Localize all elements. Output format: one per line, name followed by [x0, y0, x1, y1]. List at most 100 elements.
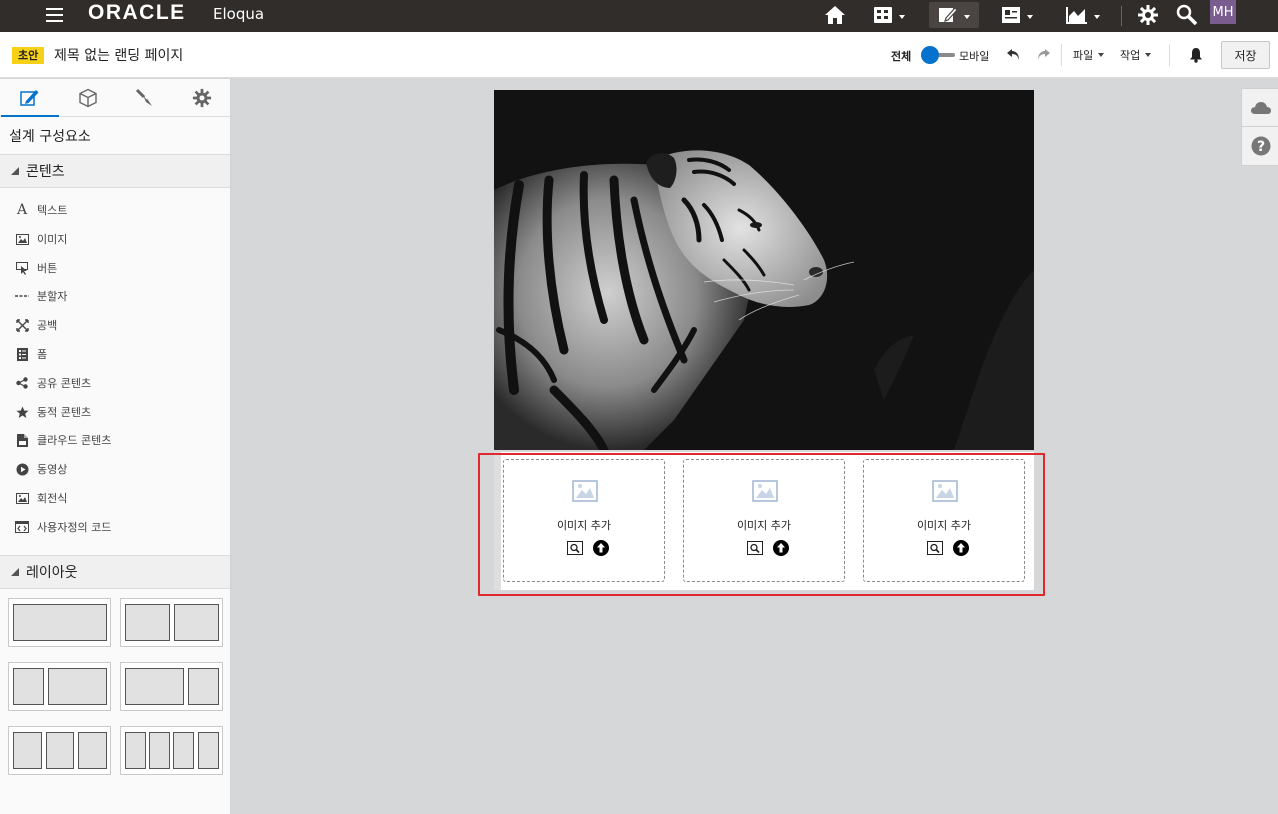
component-button[interactable]: 버튼	[15, 259, 57, 277]
layout-section-label: 레이아웃	[26, 565, 78, 581]
notifications-button[interactable]	[1187, 46, 1205, 64]
component-label: 동영상	[37, 463, 68, 476]
panel-tabs	[0, 79, 230, 117]
layout-1-3-split[interactable]	[8, 662, 111, 711]
text-icon: A	[16, 202, 28, 218]
selected-row-outline	[478, 453, 1045, 596]
component-form[interactable]: 폼	[15, 345, 47, 363]
star-icon	[15, 405, 29, 419]
chevron-down-icon	[964, 15, 970, 19]
form-icon	[15, 347, 29, 361]
divider	[1121, 6, 1122, 26]
component-video[interactable]: 동영상	[15, 460, 67, 478]
home-button[interactable]	[822, 2, 848, 28]
component-label: 버튼	[37, 262, 58, 275]
contacts-icon	[1002, 7, 1020, 23]
layout-section-header[interactable]: 레이아웃	[0, 555, 230, 589]
toggle-label-all[interactable]: 전체	[891, 48, 911, 64]
code-icon	[15, 520, 29, 534]
layout-3-column[interactable]	[8, 726, 111, 775]
toggle-label-mobile[interactable]: 모바일	[959, 48, 989, 64]
view-toggle[interactable]	[921, 46, 955, 64]
component-cloud-content[interactable]: 클라우드 콘텐츠	[15, 431, 111, 449]
tab-design[interactable]	[1, 79, 59, 117]
file-menu-label: 파일	[1073, 49, 1094, 62]
help-button[interactable]: ?	[1242, 127, 1278, 165]
action-menu-label: 작업	[1120, 49, 1141, 62]
component-label: 텍스트	[37, 204, 68, 217]
tab-style[interactable]	[116, 79, 174, 117]
chevron-down-icon	[1094, 15, 1100, 19]
chevron-down-icon	[1027, 15, 1033, 19]
svg-text:?: ?	[1256, 139, 1264, 155]
divider-icon	[15, 289, 29, 303]
layout-4-column[interactable]	[120, 726, 223, 775]
component-label: 공유 콘텐츠	[37, 377, 92, 390]
global-header: ORACLE Eloqua MH	[0, 0, 1278, 32]
share-icon	[15, 376, 29, 390]
design-components-panel: 설계 구성요소 콘텐츠 A 텍스트 이미지 버튼 분할자 공백 폼 공유 콘텐츠…	[0, 79, 231, 814]
page-title[interactable]: 제목 없는 랜딩 페이지	[54, 45, 183, 65]
home-icon	[825, 6, 845, 24]
tiger-photo	[494, 90, 1034, 450]
chart-icon	[1066, 7, 1087, 24]
content-section-header[interactable]: 콘텐츠	[0, 154, 230, 188]
insight-menu-button[interactable]	[1062, 2, 1104, 28]
component-divider[interactable]: 분할자	[15, 287, 67, 305]
component-carousel[interactable]: 회전식	[15, 489, 67, 507]
gear-icon	[192, 88, 212, 108]
design-menu-button[interactable]	[929, 2, 979, 28]
content-section-label: 콘텐츠	[26, 164, 65, 180]
product-name: Eloqua	[213, 5, 265, 23]
component-label: 분할자	[37, 290, 68, 303]
layout-3-1-split[interactable]	[120, 662, 223, 711]
cloud-content-icon	[15, 433, 29, 447]
component-image[interactable]: 이미지	[15, 230, 67, 248]
tab-blocks[interactable]	[59, 79, 117, 117]
oracle-logo: ORACLE	[88, 1, 186, 24]
collapse-triangle-icon	[11, 568, 19, 576]
component-custom-code[interactable]: 사용자정의 코드	[15, 518, 111, 536]
button-icon	[15, 261, 29, 275]
cloud-button[interactable]	[1242, 89, 1278, 127]
apps-menu-button[interactable]	[868, 2, 910, 28]
spacer-icon	[15, 318, 29, 332]
apps-icon	[874, 7, 892, 23]
editor-toolbar: 초안 제목 없는 랜딩 페이지 전체 모바일 파일 작업 저장	[0, 32, 1278, 78]
hero-image[interactable]	[494, 90, 1034, 450]
brush-icon	[135, 88, 152, 106]
component-shared-content[interactable]: 공유 콘텐츠	[15, 374, 91, 392]
divider	[1169, 44, 1170, 66]
video-icon	[15, 462, 29, 476]
redo-button[interactable]	[1034, 46, 1052, 64]
action-menu-button[interactable]: 작업	[1120, 47, 1152, 63]
component-label: 이미지	[37, 233, 68, 246]
layout-2-column[interactable]	[120, 598, 223, 647]
undo-icon	[1007, 49, 1019, 60]
component-label: 공백	[37, 319, 58, 332]
avatar[interactable]: MH	[1210, 0, 1236, 24]
search-button[interactable]	[1175, 2, 1199, 28]
contacts-menu-button[interactable]	[996, 2, 1038, 28]
right-rail: ?	[1241, 88, 1278, 166]
save-button[interactable]: 저장	[1221, 41, 1270, 69]
hamburger-icon[interactable]	[44, 4, 66, 26]
chevron-down-icon	[899, 15, 905, 19]
settings-button[interactable]	[1136, 2, 1160, 28]
layout-1-column[interactable]	[8, 598, 111, 647]
help-icon: ?	[1251, 136, 1270, 156]
component-spacer[interactable]: 공백	[15, 316, 57, 334]
component-label: 폼	[37, 348, 48, 361]
carousel-icon	[15, 491, 29, 505]
divider	[1061, 44, 1062, 66]
component-dynamic-content[interactable]: 동적 콘텐츠	[15, 403, 91, 421]
cloud-icon	[1250, 101, 1271, 114]
component-label: 동적 콘텐츠	[37, 406, 92, 419]
image-icon	[15, 232, 29, 246]
undo-button[interactable]	[1005, 46, 1023, 64]
tab-settings[interactable]	[173, 79, 231, 117]
component-label: 회전식	[37, 492, 68, 505]
file-menu-button[interactable]: 파일	[1073, 47, 1105, 63]
component-text[interactable]: A 텍스트	[15, 201, 67, 219]
cube-icon	[79, 88, 97, 108]
